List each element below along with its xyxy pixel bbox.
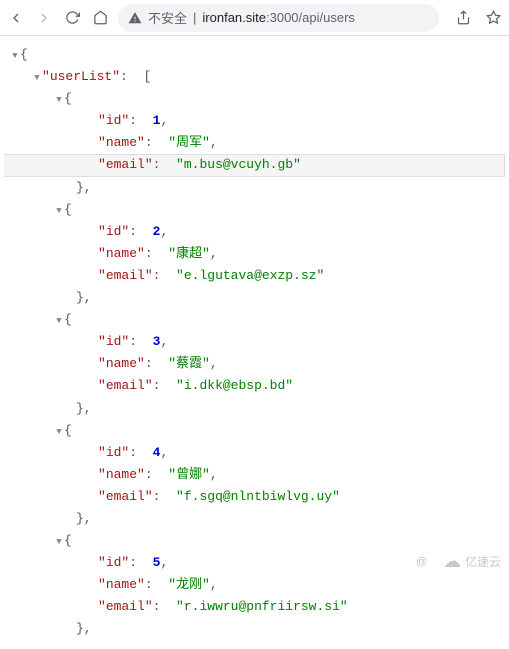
star-icon[interactable] bbox=[483, 8, 503, 28]
json-object-close: }, bbox=[4, 618, 505, 640]
json-prop-row: "name": "曾娜", bbox=[4, 464, 505, 486]
json-object-open: ▼ { bbox=[4, 199, 505, 221]
insecure-icon bbox=[128, 11, 142, 25]
browser-toolbar: 不安全 | ironfan.site:3000/api/users bbox=[0, 0, 509, 36]
chevron-down-icon[interactable]: ▼ bbox=[32, 71, 42, 86]
json-object-open: ▼ { bbox=[4, 420, 505, 442]
address-bar[interactable]: 不安全 | ironfan.site:3000/api/users bbox=[118, 4, 439, 32]
json-prop-row: "name": "蔡霞", bbox=[4, 353, 505, 375]
home-button[interactable] bbox=[90, 8, 110, 28]
address-actions bbox=[453, 8, 503, 28]
json-prop-row: "email": "r.iwwru@pnfriirsw.si" bbox=[4, 596, 505, 618]
json-prop-row: "name": "康超", bbox=[4, 243, 505, 265]
insecure-label: 不安全 bbox=[148, 8, 187, 27]
chevron-down-icon[interactable]: ▼ bbox=[54, 535, 64, 550]
chevron-down-icon[interactable]: ▼ bbox=[54, 93, 64, 108]
url-text: ironfan.site:3000/api/users bbox=[202, 10, 355, 25]
chevron-down-icon[interactable]: ▼ bbox=[54, 314, 64, 329]
json-prop-row: "id": 4, bbox=[4, 442, 505, 464]
json-object-open: ▼ { bbox=[4, 88, 505, 110]
json-root-open: ▼ { bbox=[4, 44, 505, 66]
json-object-close: }, bbox=[4, 508, 505, 530]
share-icon[interactable] bbox=[453, 8, 473, 28]
json-prop-row: "name": "周军", bbox=[4, 132, 505, 154]
json-prop-row: "id": 3, bbox=[4, 331, 505, 353]
watermark: @ ☁ 亿速云 bbox=[416, 551, 501, 572]
chevron-down-icon[interactable]: ▼ bbox=[10, 49, 20, 64]
back-button[interactable] bbox=[6, 8, 26, 28]
json-object-open: ▼ { bbox=[4, 530, 505, 552]
watermark-at: @ bbox=[416, 556, 427, 568]
json-object-close: }, bbox=[4, 177, 505, 199]
chevron-down-icon[interactable]: ▼ bbox=[54, 204, 64, 219]
json-object-open: ▼ { bbox=[4, 309, 505, 331]
chevron-down-icon[interactable]: ▼ bbox=[54, 425, 64, 440]
json-object-close: }, bbox=[4, 398, 505, 420]
json-prop-row: "id": 1, bbox=[4, 110, 505, 132]
json-key-row: ▼ "userList": [ bbox=[4, 66, 505, 88]
watermark-text: 亿速云 bbox=[465, 553, 501, 570]
json-object-close: }, bbox=[4, 287, 505, 309]
separator: | bbox=[193, 10, 196, 25]
forward-button[interactable] bbox=[34, 8, 54, 28]
json-prop-row[interactable]: "email": "m.bus@vcuyh.gb" bbox=[4, 154, 505, 176]
reload-button[interactable] bbox=[62, 8, 82, 28]
json-prop-row: "email": "i.dkk@ebsp.bd" bbox=[4, 375, 505, 397]
json-prop-row: "email": "e.lgutava@exzp.sz" bbox=[4, 265, 505, 287]
cloud-icon: ☁ bbox=[443, 551, 461, 572]
json-prop-row: "id": 2, bbox=[4, 221, 505, 243]
json-prop-row: "email": "f.sgq@nlntbiwlvg.uy" bbox=[4, 486, 505, 508]
